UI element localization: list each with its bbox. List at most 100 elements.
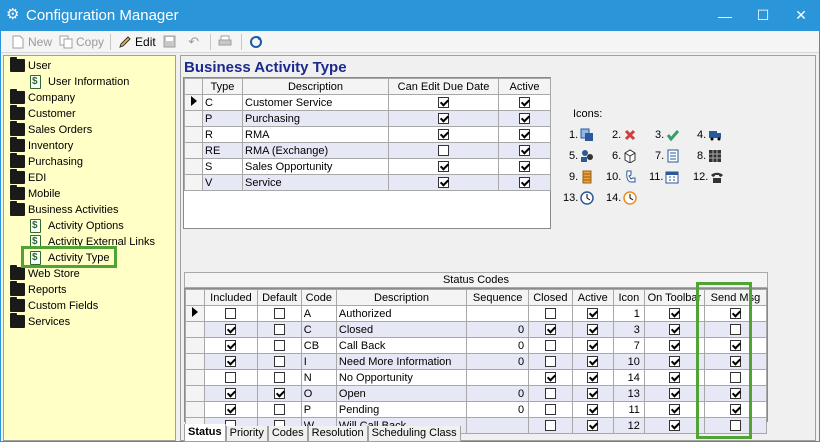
closed-checkbox[interactable]: [544, 308, 556, 320]
table-row[interactable]: N No Opportunity 14: [185, 369, 768, 386]
default-column-header[interactable]: Default: [257, 289, 302, 306]
tab-status[interactable]: Status: [184, 424, 226, 442]
can-edit-cell[interactable]: [388, 158, 499, 175]
new-button[interactable]: New: [7, 32, 55, 52]
table-row[interactable]: P Pending 0 11: [185, 401, 768, 418]
code-cell[interactable]: I: [300, 353, 337, 370]
description-cell[interactable]: Call Back: [335, 337, 468, 354]
code-cell[interactable]: O: [300, 385, 337, 402]
active-checkbox[interactable]: [587, 372, 599, 384]
included-checkbox[interactable]: [225, 372, 237, 384]
active-column-header[interactable]: Active: [571, 289, 614, 306]
close-button[interactable]: ✕: [782, 0, 820, 31]
on-toolbar-checkbox[interactable]: [668, 404, 680, 416]
table-row[interactable]: S Sales Opportunity: [184, 158, 551, 175]
active-checkbox[interactable]: [519, 145, 530, 157]
included-cell[interactable]: [203, 353, 259, 370]
icon-cell[interactable]: 13: [612, 385, 645, 402]
sidebar-item-mobile[interactable]: Mobile: [4, 185, 175, 202]
description-cell[interactable]: Purchasing: [242, 110, 389, 127]
default-cell[interactable]: [257, 401, 302, 418]
active-cell[interactable]: [571, 385, 614, 402]
active-cell[interactable]: [571, 353, 614, 370]
sidebar-item-business-activities[interactable]: Business Activities: [4, 201, 175, 218]
undo-button[interactable]: ↶: [183, 32, 207, 52]
active-cell[interactable]: [571, 417, 614, 434]
closed-checkbox[interactable]: [544, 420, 556, 432]
minimize-button[interactable]: —: [706, 0, 744, 31]
active-cell[interactable]: [498, 158, 551, 175]
active-cell[interactable]: [571, 401, 614, 418]
description-cell[interactable]: Authorized: [335, 305, 468, 322]
active-checkbox[interactable]: [587, 404, 599, 416]
included-cell[interactable]: [203, 337, 259, 354]
sequence-cell[interactable]: 0: [466, 337, 530, 354]
icon-cell[interactable]: 10: [612, 353, 645, 370]
refresh-button[interactable]: [245, 32, 269, 52]
on-toolbar-checkbox[interactable]: [668, 388, 680, 400]
print-button[interactable]: [214, 32, 238, 52]
active-cell[interactable]: [571, 305, 614, 322]
active-cell[interactable]: [498, 94, 551, 111]
table-row[interactable]: C Customer Service: [184, 94, 551, 111]
sidebar-item-reports[interactable]: Reports: [4, 281, 175, 298]
included-checkbox[interactable]: [225, 308, 237, 320]
default-cell[interactable]: [257, 369, 302, 386]
save-button[interactable]: [159, 32, 183, 52]
on-toolbar-checkbox[interactable]: [668, 308, 680, 320]
description-column-header[interactable]: Description: [335, 289, 468, 306]
description-cell[interactable]: Need More Information: [335, 353, 468, 370]
default-cell[interactable]: [257, 305, 302, 322]
description-cell[interactable]: RMA: [242, 126, 389, 143]
table-row[interactable]: A Authorized 1: [185, 305, 768, 322]
active-checkbox[interactable]: [519, 97, 530, 109]
active-cell[interactable]: [498, 110, 551, 127]
sequence-cell[interactable]: 0: [466, 353, 530, 370]
active-cell[interactable]: [571, 321, 614, 338]
closed-cell[interactable]: [528, 401, 573, 418]
closed-checkbox[interactable]: [544, 356, 556, 368]
sidebar-item-activity-options[interactable]: Activity Options: [4, 218, 175, 234]
closed-checkbox[interactable]: [544, 372, 556, 384]
closed-column-header[interactable]: Closed: [528, 289, 573, 306]
active-cell[interactable]: [571, 337, 614, 354]
included-cell[interactable]: [203, 369, 259, 386]
active-checkbox[interactable]: [519, 113, 530, 125]
table-row[interactable]: P Purchasing: [184, 110, 551, 127]
on-toolbar-checkbox[interactable]: [668, 356, 680, 368]
code-cell[interactable]: CB: [300, 337, 337, 354]
can-edit-cell[interactable]: [388, 126, 499, 143]
default-cell[interactable]: [257, 337, 302, 354]
can-edit-due-date-column-header[interactable]: Can Edit Due Date: [388, 78, 499, 95]
code-cell[interactable]: P: [300, 401, 337, 418]
default-checkbox[interactable]: [274, 388, 286, 400]
default-checkbox[interactable]: [274, 324, 286, 336]
closed-checkbox[interactable]: [544, 340, 556, 352]
type-column-header[interactable]: Type: [202, 78, 243, 95]
included-checkbox[interactable]: [225, 356, 237, 368]
closed-cell[interactable]: [528, 417, 573, 434]
default-checkbox[interactable]: [274, 308, 286, 320]
sequence-cell[interactable]: [466, 305, 530, 322]
can-edit-checkbox[interactable]: [438, 97, 449, 109]
active-checkbox[interactable]: [587, 356, 599, 368]
sidebar-item-user-information[interactable]: User Information: [4, 74, 175, 90]
sidebar-item-web-store[interactable]: Web Store: [4, 265, 175, 282]
code-cell[interactable]: N: [300, 369, 337, 386]
sequence-cell[interactable]: [466, 417, 530, 434]
default-cell[interactable]: [257, 321, 302, 338]
table-row[interactable]: CB Call Back 0 7: [185, 337, 768, 354]
icon-column-header[interactable]: Icon: [612, 289, 645, 306]
type-cell[interactable]: C: [202, 94, 243, 111]
description-cell[interactable]: Open: [335, 385, 468, 402]
closed-cell[interactable]: [528, 321, 573, 338]
included-checkbox[interactable]: [225, 340, 237, 352]
sequence-cell[interactable]: 0: [466, 385, 530, 402]
default-cell[interactable]: [257, 385, 302, 402]
active-column-header[interactable]: Active: [498, 78, 551, 95]
on-toolbar-checkbox[interactable]: [668, 340, 680, 352]
table-row[interactable]: V Service: [184, 174, 551, 191]
type-cell[interactable]: S: [202, 158, 243, 175]
description-cell[interactable]: Customer Service: [242, 94, 389, 111]
included-cell[interactable]: [203, 305, 259, 322]
